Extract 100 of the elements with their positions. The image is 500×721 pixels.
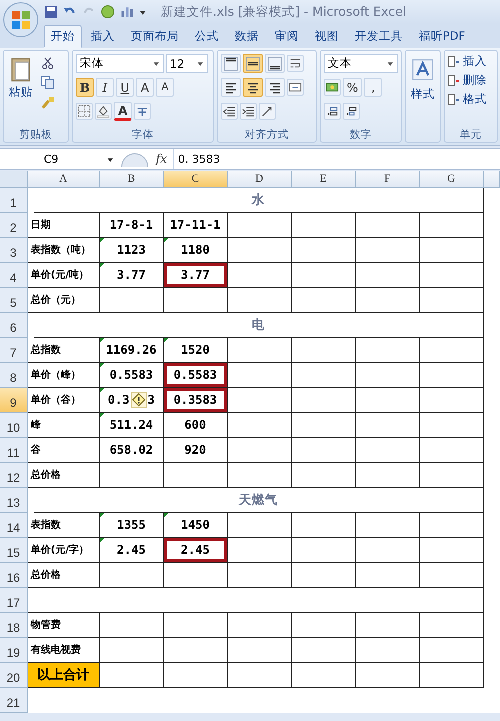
table-cell: 总指数 (28, 338, 100, 363)
ribbon-tab[interactable]: 开始 (44, 25, 82, 48)
font-style-button[interactable]: U (116, 78, 134, 97)
phonetic-icon[interactable] (134, 103, 151, 120)
caret-icon[interactable] (197, 60, 204, 67)
ribbon-tab[interactable]: 页面布局 (124, 25, 186, 48)
row-header[interactable]: 21 (0, 688, 28, 713)
font-style-button[interactable]: A (136, 78, 154, 97)
row-header[interactable]: 14 (0, 513, 28, 538)
copy-icon[interactable] (41, 76, 55, 90)
styles-button[interactable]: 样式 (409, 53, 437, 102)
caret-icon[interactable] (387, 60, 394, 67)
table-cell: 2.45 (164, 538, 228, 563)
cells-button[interactable]: 格式 (448, 91, 494, 108)
row-header[interactable]: 1 (0, 188, 28, 213)
cells-button[interactable]: 插入 (448, 53, 494, 70)
table-cell: 单价（峰） (28, 363, 100, 388)
row-header[interactable]: 15 (0, 538, 28, 563)
column-header[interactable]: G (420, 171, 484, 188)
decrease-indent-icon[interactable] (221, 103, 238, 120)
row-header[interactable]: 16 (0, 563, 28, 588)
caret-icon[interactable] (107, 156, 114, 162)
table-cell: 1169.26 (100, 338, 164, 363)
table-cell (228, 213, 292, 238)
table-cell (292, 638, 356, 663)
ribbon-tab[interactable]: 审阅 (268, 25, 306, 48)
font-name-field[interactable]: 宋体 (76, 54, 164, 73)
currency-icon[interactable] (324, 79, 341, 96)
row-header[interactable]: 5 (0, 288, 28, 313)
row-header[interactable]: 20 (0, 663, 28, 688)
fill-color-icon[interactable] (95, 103, 112, 120)
row-header[interactable]: 11 (0, 438, 28, 463)
column-header[interactable]: B (100, 171, 164, 188)
table-cell (292, 513, 356, 538)
font-color-button[interactable]: A (114, 102, 132, 121)
row-header[interactable]: 13 (0, 488, 28, 513)
table-cell (228, 438, 292, 463)
formula-field[interactable]: 0. 3583 (173, 149, 500, 169)
row-header[interactable]: 19 (0, 638, 28, 663)
ribbon-tab[interactable]: 数据 (228, 25, 266, 48)
number-format-field[interactable]: 文本 (324, 54, 398, 73)
increase-decimal-icon[interactable] (324, 103, 341, 120)
table-cell: 658.02 (100, 438, 164, 463)
font-style-button[interactable]: B (76, 78, 94, 97)
column-header[interactable]: F (356, 171, 420, 188)
table-cell (228, 513, 292, 538)
paste-button[interactable]: 粘贴 (7, 53, 35, 128)
merge-cells-icon[interactable] (287, 79, 304, 96)
percent-button[interactable]: % (343, 78, 362, 97)
table-cell (100, 463, 164, 488)
ribbon-tab[interactable]: 公式 (188, 25, 226, 48)
increase-indent-icon[interactable] (240, 103, 257, 120)
ribbon-tab[interactable]: 福昕PDF (412, 25, 472, 48)
font-style-button[interactable]: I (96, 78, 114, 97)
row-header[interactable]: 10 (0, 413, 28, 438)
vertical-align-button[interactable] (221, 54, 241, 73)
cells-button[interactable]: 删除 (448, 72, 494, 89)
orientation-icon[interactable] (259, 103, 276, 120)
caret-icon[interactable] (153, 60, 160, 67)
insert-function-button[interactable]: fx (150, 152, 174, 166)
font-size-field[interactable]: 12 (166, 54, 208, 73)
table-cell (228, 413, 292, 438)
horizontal-align-button[interactable] (265, 78, 285, 97)
table-cell (228, 563, 292, 588)
horizontal-align-button[interactable] (243, 78, 263, 97)
row-header[interactable]: 18 (0, 613, 28, 638)
ribbon-tab[interactable]: 视图 (308, 25, 346, 48)
row-header[interactable]: 6 (0, 313, 28, 338)
row-header[interactable]: 8 (0, 363, 28, 388)
customize-caret-icon[interactable] (139, 8, 147, 16)
column-header[interactable]: D (228, 171, 292, 188)
decrease-decimal-icon[interactable] (343, 103, 360, 120)
font-style-button[interactable]: A (156, 78, 174, 97)
divider-handle-icon[interactable] (120, 151, 150, 167)
table-cell (228, 288, 292, 313)
row-header[interactable]: 12 (0, 463, 28, 488)
warning-icon[interactable] (130, 392, 147, 408)
horizontal-align-button[interactable] (221, 78, 241, 97)
column-header[interactable]: A (28, 171, 100, 188)
border-icon[interactable] (76, 103, 93, 120)
scissors-icon[interactable] (41, 56, 55, 70)
row-header[interactable]: 2 (0, 213, 28, 238)
vertical-align-button[interactable] (265, 54, 285, 73)
chart-icon[interactable] (120, 5, 134, 19)
row-header[interactable]: 7 (0, 338, 28, 363)
ribbon-tab[interactable]: 开发工具 (348, 25, 410, 48)
wrap-text-icon[interactable] (287, 55, 304, 72)
save-icon[interactable] (44, 5, 58, 19)
ribbon-tab[interactable]: 插入 (84, 25, 122, 48)
name-box[interactable]: C9 (0, 152, 120, 166)
column-header[interactable]: E (292, 171, 356, 188)
comma-button[interactable]: , (364, 78, 382, 97)
table-cell: 谷 (28, 438, 100, 463)
vertical-align-button[interactable] (243, 54, 263, 73)
row-header[interactable]: 4 (0, 263, 28, 288)
row-header[interactable]: 17 (0, 588, 28, 613)
table-cell (228, 263, 292, 288)
row-header[interactable]: 9 (0, 388, 28, 413)
column-header[interactable]: C (164, 171, 228, 188)
row-header[interactable]: 3 (0, 238, 28, 263)
